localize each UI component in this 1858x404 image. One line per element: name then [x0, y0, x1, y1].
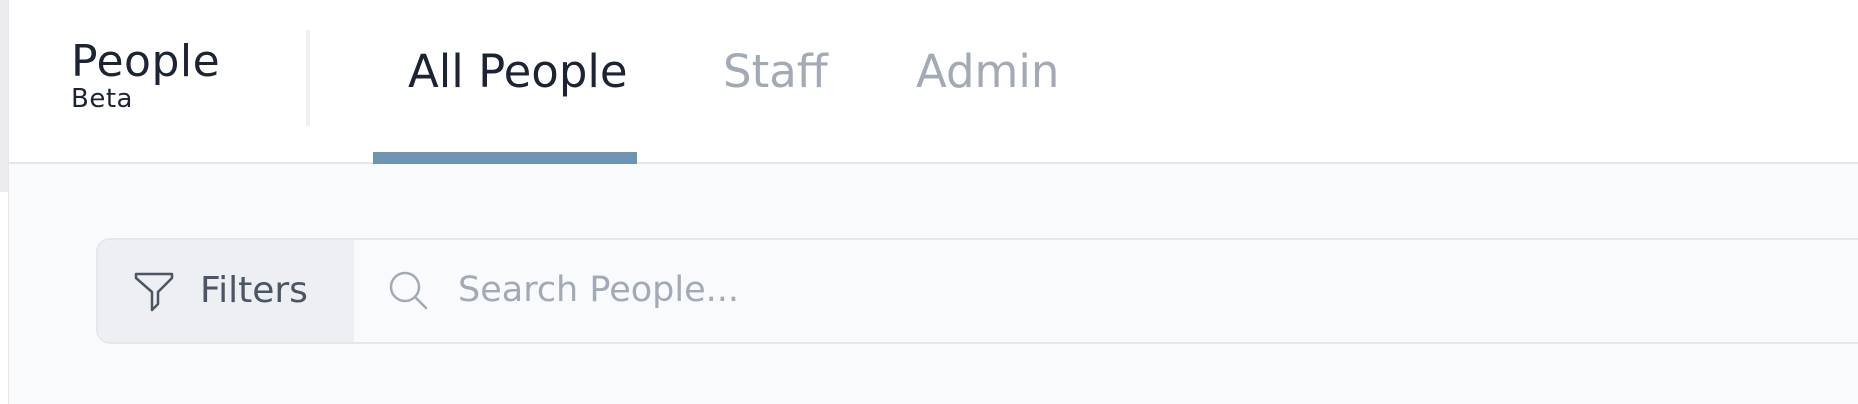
beta-label: Beta	[71, 84, 133, 114]
brand: People Beta	[71, 36, 221, 114]
filters-button[interactable]: Filters	[98, 240, 354, 342]
tab-staff[interactable]: Staff	[723, 44, 828, 100]
filters-label: Filters	[200, 270, 308, 311]
people-app: People Beta All People Staff Admin Filte…	[9, 0, 1858, 404]
page-header: People Beta All People Staff Admin	[9, 0, 1858, 164]
brand-title: People	[71, 36, 221, 87]
active-tab-indicator	[373, 152, 637, 164]
tab-all-people[interactable]: All People	[408, 44, 628, 100]
main-content: Filters	[9, 164, 1858, 404]
tab-admin[interactable]: Admin	[916, 44, 1059, 100]
header-divider	[306, 30, 310, 126]
search-icon	[389, 271, 428, 310]
search-input[interactable]	[458, 258, 1838, 322]
filter-search-bar: Filters	[96, 238, 1858, 344]
filter-funnel-icon	[134, 272, 174, 312]
window-left-edge	[0, 0, 8, 192]
